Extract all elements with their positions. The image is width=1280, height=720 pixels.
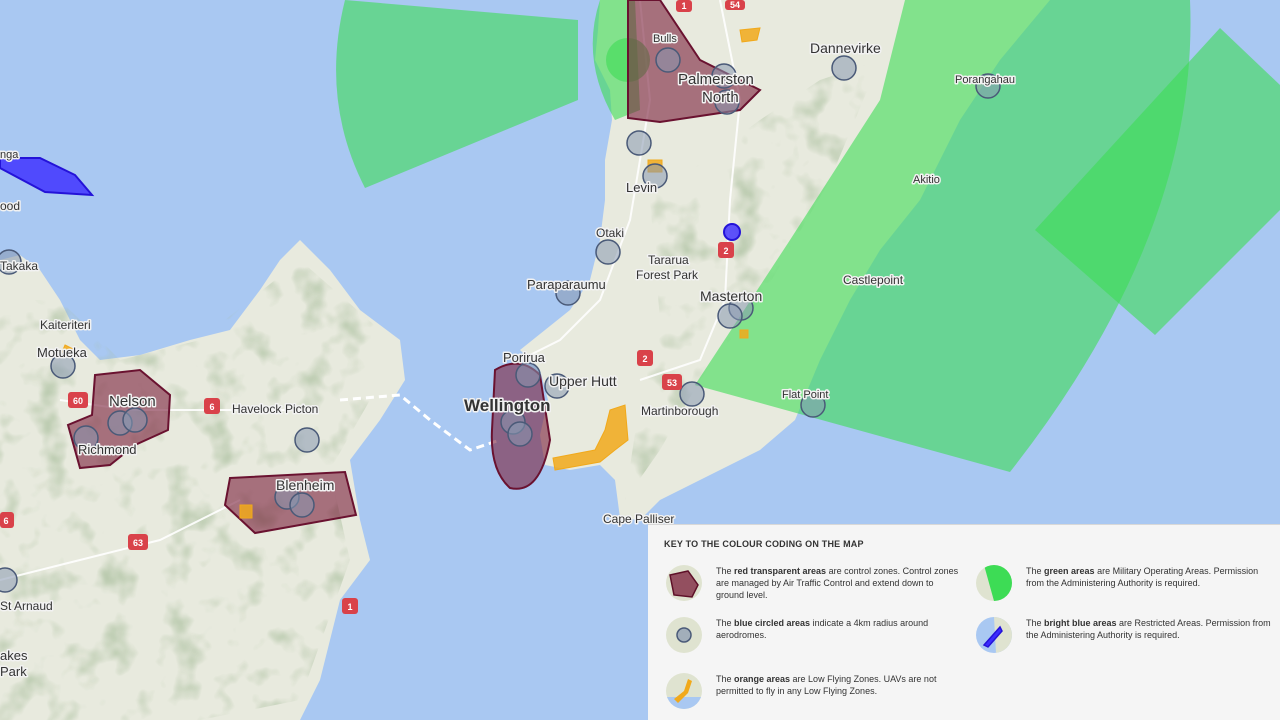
label-porirua: Porirua xyxy=(503,350,546,365)
low-flying-zone-blenheim[interactable] xyxy=(239,504,253,519)
legend-text-restricted-areas: The bright blue areas are Restricted Are… xyxy=(1026,618,1271,640)
highway-shield-2a: 2 xyxy=(718,242,734,258)
aerodrome-swatch-icon xyxy=(666,617,702,653)
label-akitio: Akitio xyxy=(913,174,940,186)
label-st-arnaud: St Arnaud xyxy=(0,599,53,613)
control-zone-swatch-icon xyxy=(666,565,702,601)
highway-shield-2b: 2 xyxy=(637,350,653,366)
label-forest-park: Forest Park xyxy=(636,268,699,282)
label-nelson: Nelson xyxy=(109,393,156,410)
aerodrome-masterton-b[interactable] xyxy=(717,303,743,329)
svg-text:54: 54 xyxy=(730,0,740,10)
label-richmond: Richmond xyxy=(78,442,137,457)
label-wood: ood xyxy=(0,199,20,213)
aerodrome-picton[interactable] xyxy=(294,427,320,453)
legend-text-military-areas: The green areas are Military Operating A… xyxy=(1026,566,1259,588)
aerodrome-st-arnaud[interactable] xyxy=(0,567,18,593)
label-picton: Picton xyxy=(285,402,318,416)
legend-text-aerodromes: The blue circled areas indicate a 4km ra… xyxy=(716,618,929,640)
label-paraparaumu: Paraparaumu xyxy=(527,277,606,292)
svg-text:2: 2 xyxy=(723,246,728,256)
military-area-swatch-icon xyxy=(976,565,1012,601)
legend-item-aerodromes: The blue circled areas indicate a 4km ra… xyxy=(666,617,961,653)
label-palmerston: Palmerston xyxy=(678,71,754,88)
low-flying-zone-palmerston[interactable] xyxy=(739,27,761,43)
legend-text-low-flying-zones: The orange areas are Low Flying Zones. U… xyxy=(716,674,937,696)
legend-item-restricted-areas: The bright blue areas are Restricted Are… xyxy=(976,617,1271,653)
svg-text:1: 1 xyxy=(681,1,686,11)
low-flying-swatch-icon xyxy=(666,673,702,709)
label-bulls: Bulls xyxy=(653,33,677,45)
label-north: North xyxy=(702,89,739,106)
aerodrome-wellington-b[interactable] xyxy=(507,421,533,447)
label-dannevirke: Dannevirke xyxy=(810,40,881,56)
label-wellington: Wellington xyxy=(464,396,551,415)
aerodrome-otaki[interactable] xyxy=(595,239,621,265)
label-nga: nga xyxy=(0,149,19,161)
aerodrome-palmerston[interactable] xyxy=(655,47,681,73)
label-lakes: akes xyxy=(0,648,28,663)
legend-text-control-zones: The red transparent areas are control zo… xyxy=(716,566,959,600)
svg-text:63: 63 xyxy=(133,538,143,548)
highway-shield-1-top: 1 xyxy=(676,0,692,12)
svg-text:60: 60 xyxy=(73,396,83,406)
label-levin: Levin xyxy=(626,180,657,195)
aerodrome-martinborough[interactable] xyxy=(679,381,705,407)
restricted-area-tararua[interactable] xyxy=(723,223,741,241)
svg-text:6: 6 xyxy=(3,516,8,526)
aerodrome-dannevirke[interactable] xyxy=(831,55,857,81)
low-flying-zone-masterton[interactable] xyxy=(739,329,749,339)
map-legend: KEY TO THE COLOUR CODING ON THE MAP The … xyxy=(648,524,1280,720)
svg-text:2: 2 xyxy=(642,354,647,364)
label-martinborough: Martinborough xyxy=(641,404,718,418)
label-upper-hutt: Upper Hutt xyxy=(549,373,617,389)
highway-shield-6a: 6 xyxy=(204,398,220,414)
highway-shield-6b: 6 xyxy=(0,512,14,528)
aerodrome-blenheim-b[interactable] xyxy=(289,492,315,518)
label-havelock: Havelock xyxy=(232,402,282,416)
label-park: Park xyxy=(0,664,27,679)
legend-item-low-flying-zones: The orange areas are Low Flying Zones. U… xyxy=(666,673,961,709)
label-masterton: Masterton xyxy=(700,288,762,304)
legend-title: KEY TO THE COLOUR CODING ON THE MAP xyxy=(664,539,864,549)
label-porangahau: Porangahau xyxy=(955,74,1015,86)
label-blenheim: Blenheim xyxy=(276,477,334,493)
aerodrome-nelson-b[interactable] xyxy=(122,407,148,433)
highway-shield-54: 54 xyxy=(725,0,745,10)
svg-text:1: 1 xyxy=(347,602,352,612)
svg-text:53: 53 xyxy=(667,378,677,388)
label-tararua: Tararua xyxy=(648,253,689,267)
label-takaka: Takaka xyxy=(0,259,38,273)
highway-shield-1-south: 1 xyxy=(342,598,358,614)
label-flat-point: Flat Point xyxy=(782,389,828,401)
aerodrome-foxton[interactable] xyxy=(626,130,652,156)
aerodrome-porirua[interactable] xyxy=(515,362,541,388)
legend-item-military-areas: The green areas are Military Operating A… xyxy=(976,565,1271,601)
highway-shield-53: 53 xyxy=(662,374,682,390)
label-kaiteriteri: Kaiteriteri xyxy=(40,318,91,332)
restricted-area-swatch-icon xyxy=(976,617,1012,653)
label-castlepoint: Castlepoint xyxy=(843,273,904,287)
svg-text:6: 6 xyxy=(209,402,214,412)
label-otaki: Otaki xyxy=(596,226,624,240)
highway-shield-60: 60 xyxy=(68,392,88,408)
label-motueka: Motueka xyxy=(37,345,88,360)
legend-item-control-zones: The red transparent areas are control zo… xyxy=(666,565,961,601)
highway-shield-63: 63 xyxy=(128,534,148,550)
